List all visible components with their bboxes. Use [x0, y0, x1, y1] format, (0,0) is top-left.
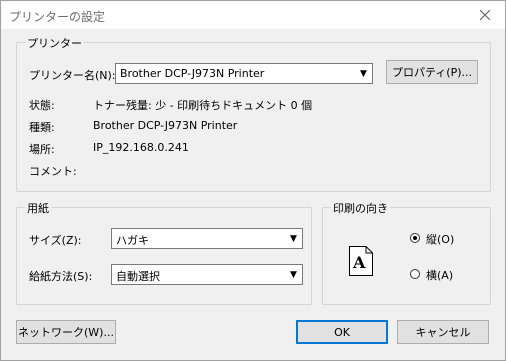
landscape-label[interactable]: 横(A): [426, 267, 453, 283]
type-label: 種類:: [29, 121, 55, 134]
printer-name-value: Brother DCP-J973N Printer: [120, 67, 265, 80]
ok-button[interactable]: OK: [296, 320, 388, 344]
paper-source-label: 給紙方法(S):: [29, 270, 93, 283]
cancel-button[interactable]: キャンセル: [397, 320, 489, 344]
preview-letter: A: [353, 253, 366, 272]
orientation-preview: A: [349, 246, 373, 276]
properties-button[interactable]: プロパティ(P)...: [386, 60, 478, 84]
where-value: IP_192.168.0.241: [93, 141, 189, 154]
orientation-group-legend: 印刷の向き: [331, 200, 390, 216]
printer-name-combobox[interactable]: Brother DCP-J973N Printer ▼: [115, 63, 373, 84]
radio-selected-dot: [413, 236, 417, 240]
paper-source-combobox[interactable]: 自動選択 ▼: [111, 264, 303, 285]
network-button[interactable]: ネットワーク(W)...: [16, 320, 116, 344]
title-bar: プリンターの設定: [1, 1, 505, 29]
type-value: Brother DCP-J973N Printer: [93, 119, 238, 132]
chevron-down-icon: ▼: [290, 269, 297, 280]
status-value: トナー残量: 少 - 印刷待ちドキュメント 0 個: [93, 99, 313, 112]
printer-group: プリンター プリンター名(N): Brother DCP-J973N Print…: [16, 35, 491, 192]
printer-name-label: プリンター名(N):: [29, 69, 116, 82]
window-title: プリンターの設定: [9, 10, 106, 24]
paper-size-value: ハガキ: [116, 234, 149, 247]
comment-label: コメント:: [29, 165, 77, 178]
printer-setup-dialog: プリンターの設定 プリンター プリンター名(N): Brother DCP-J9…: [0, 0, 506, 361]
paper-size-label: サイズ(Z):: [29, 234, 82, 247]
paper-group-legend: 用紙: [25, 200, 51, 216]
paper-size-combobox[interactable]: ハガキ ▼: [111, 228, 303, 249]
chevron-down-icon: ▼: [290, 233, 297, 244]
close-button[interactable]: [465, 1, 505, 29]
portrait-label[interactable]: 縦(O): [426, 231, 454, 247]
where-label: 場所:: [29, 143, 55, 156]
paper-group: 用紙 サイズ(Z): ハガキ ▼ 給紙方法(S): 自動選択 ▼: [16, 200, 312, 305]
orientation-group: 印刷の向き A 縦(O) 横(A): [322, 200, 491, 305]
close-icon: [480, 10, 490, 20]
chevron-down-icon: ▼: [360, 68, 367, 79]
printer-group-legend: プリンター: [25, 35, 84, 51]
portrait-radio[interactable]: [410, 233, 420, 243]
status-label: 状態:: [29, 99, 55, 112]
paper-source-value: 自動選択: [116, 270, 160, 283]
landscape-radio[interactable]: [410, 269, 420, 279]
